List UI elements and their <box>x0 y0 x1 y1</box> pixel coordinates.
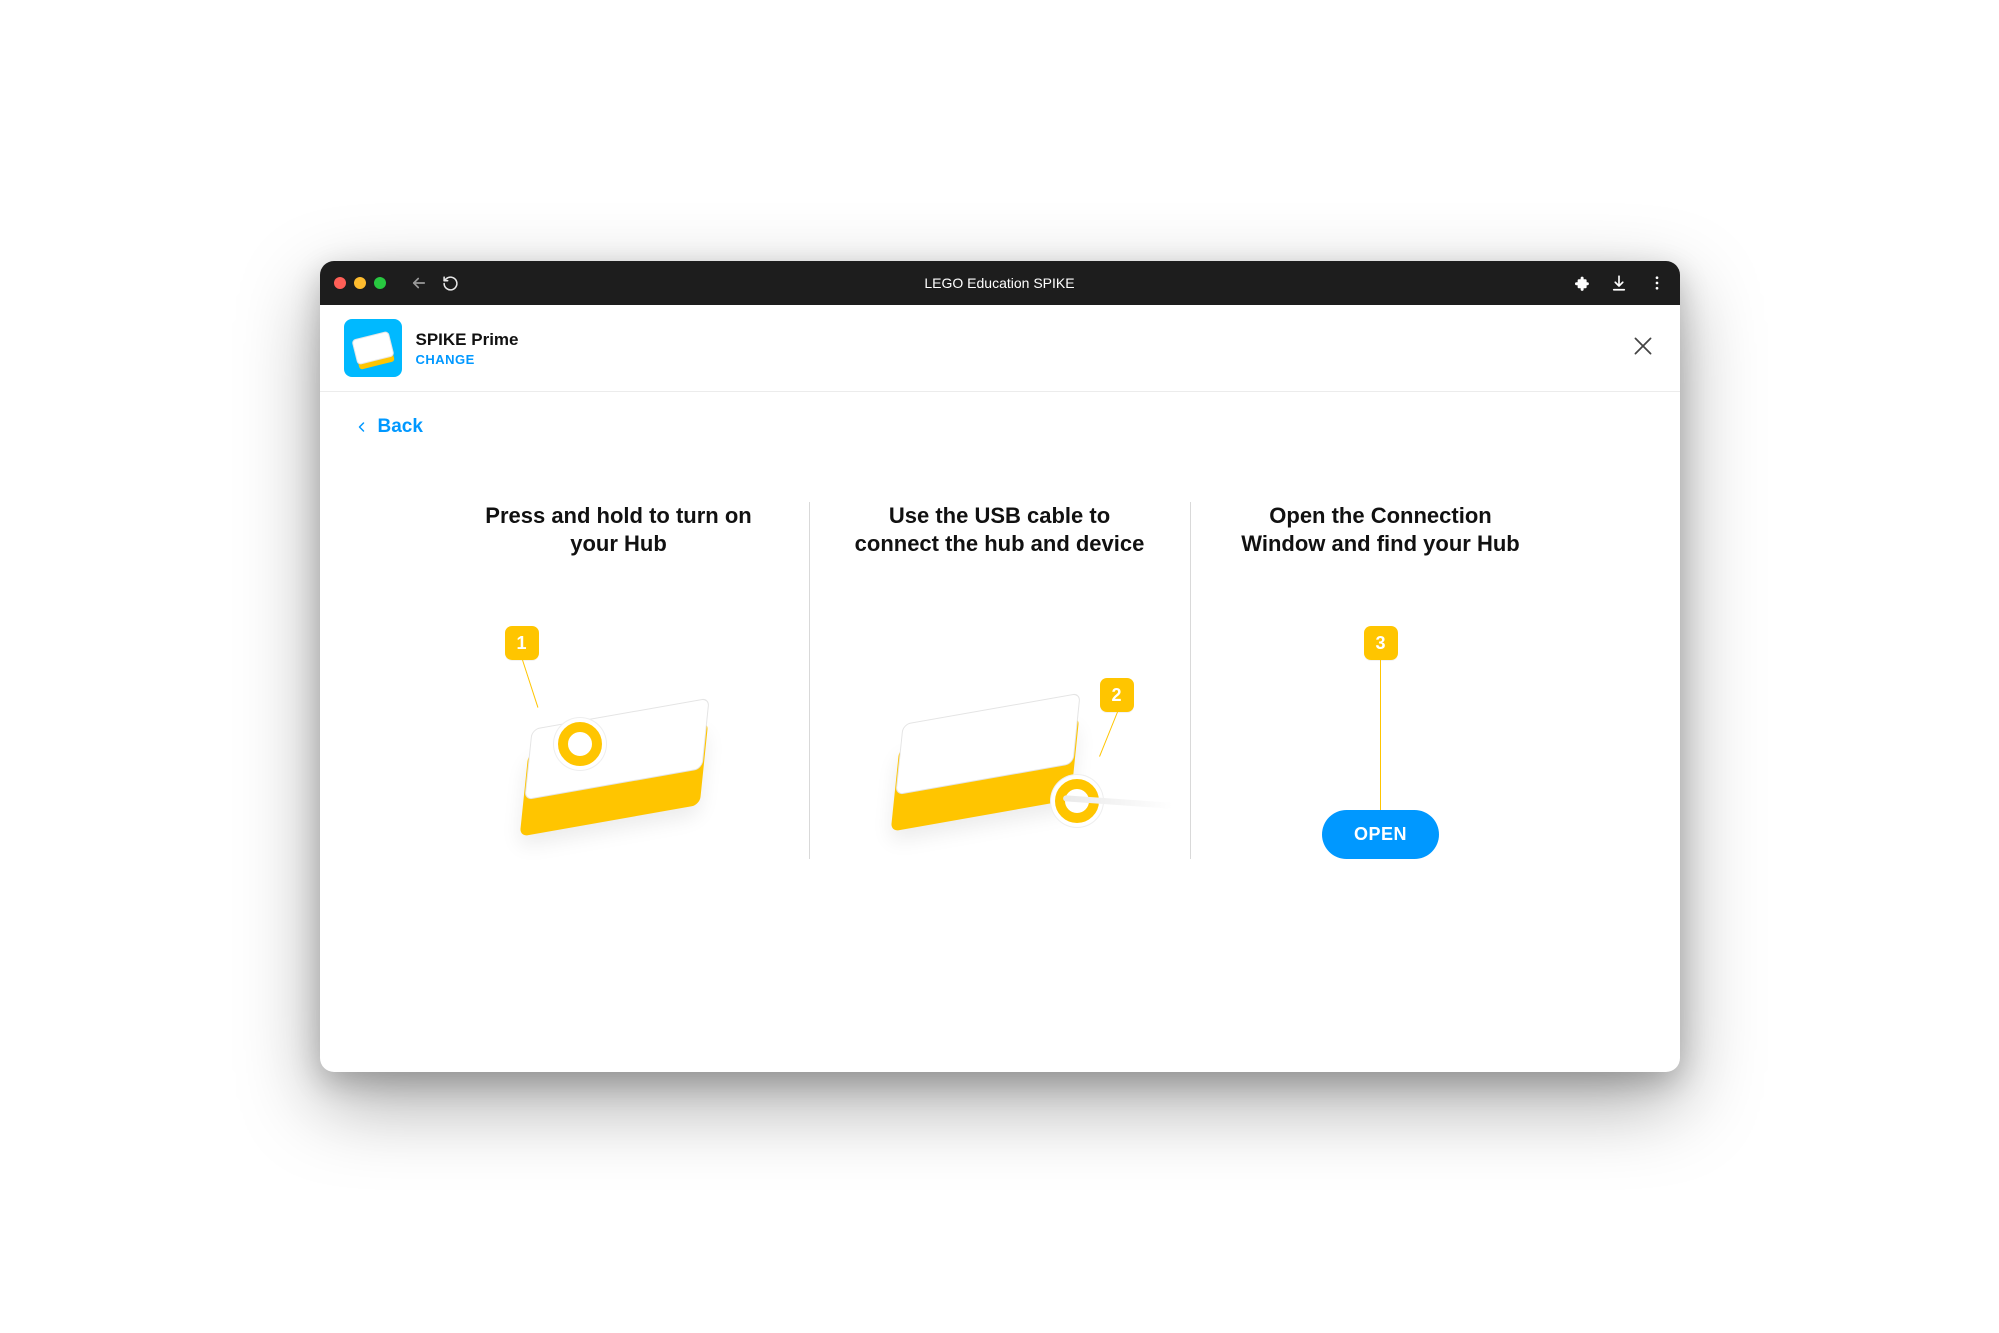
step-3-title: Open the Connection Window and find your… <box>1227 502 1535 586</box>
window-title: LEGO Education SPIKE <box>320 275 1680 291</box>
reload-icon[interactable] <box>442 274 460 292</box>
app-header: SPIKE Prime CHANGE <box>320 305 1680 392</box>
step-1: Press and hold to turn on your Hub 1 <box>429 502 809 859</box>
product-meta: SPIKE Prime CHANGE <box>416 330 519 367</box>
step-3-badge: 3 <box>1364 626 1398 660</box>
window-controls <box>334 277 386 289</box>
content-area: Back Press and hold to turn on your Hub … <box>320 392 1680 1072</box>
step-1-badge: 1 <box>505 626 539 660</box>
nav-controls <box>410 274 460 292</box>
step-2: Use the USB cable to connect the hub and… <box>810 502 1190 859</box>
step-3-body: 3 OPEN <box>1227 626 1535 859</box>
chevron-left-icon <box>356 418 368 436</box>
window-minimize-button[interactable] <box>354 277 366 289</box>
callout-line <box>1380 660 1381 810</box>
window-zoom-button[interactable] <box>374 277 386 289</box>
back-link[interactable]: Back <box>356 410 423 462</box>
kebab-menu-icon[interactable] <box>1648 274 1666 292</box>
step-2-body: 2 <box>846 626 1154 856</box>
product-name: SPIKE Prime <box>416 330 519 350</box>
open-connection-button[interactable]: OPEN <box>1322 810 1439 859</box>
download-icon[interactable] <box>1610 274 1628 292</box>
window-close-button[interactable] <box>334 277 346 289</box>
product-icon <box>344 319 402 377</box>
step-3: Open the Connection Window and find your… <box>1191 502 1571 859</box>
close-button[interactable] <box>1630 333 1656 364</box>
nav-back-icon[interactable] <box>410 274 428 292</box>
hub-icon <box>351 331 394 365</box>
step-1-title: Press and hold to turn on your Hub <box>465 502 773 586</box>
back-label: Back <box>378 416 423 438</box>
callout-line <box>1099 712 1118 757</box>
titlebar: LEGO Education SPIKE <box>320 261 1680 305</box>
change-product-link[interactable]: CHANGE <box>416 352 519 367</box>
steps-row: Press and hold to turn on your Hub 1 Use… <box>356 502 1644 859</box>
step-2-title: Use the USB cable to connect the hub and… <box>846 502 1154 586</box>
titlebar-right <box>1572 274 1666 292</box>
step-1-body: 1 <box>465 626 773 856</box>
extensions-icon[interactable] <box>1572 274 1590 292</box>
power-button-highlight <box>558 722 602 766</box>
step-2-badge: 2 <box>1100 678 1134 712</box>
hub-illustration <box>524 696 724 836</box>
app-window: LEGO Education SPIKE SPIKE Prime CHANGE <box>320 261 1680 1072</box>
hub-illustration-usb <box>895 691 1095 831</box>
